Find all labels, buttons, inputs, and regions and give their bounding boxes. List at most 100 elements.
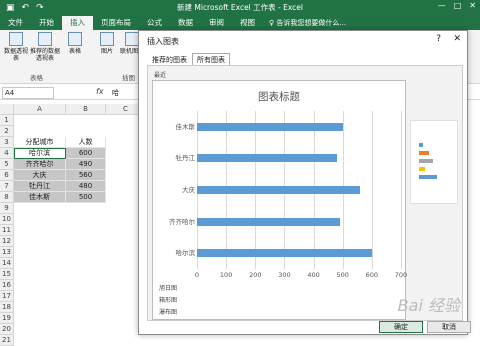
window-controls: — □ ✕ [438,1,476,10]
picture-button[interactable]: 图片 [94,32,120,55]
name-box[interactable]: A4 [2,87,54,99]
row-header[interactable]: 4 [0,148,14,159]
watermark-logo: Bai 经验 [397,296,460,315]
x-tick-label: 200 [249,271,262,279]
x-tick-label: 300 [278,271,291,279]
row-header[interactable]: 12 [0,236,14,247]
cell-b3[interactable]: 人数 [66,137,106,148]
gridline [401,111,402,269]
side-item-boxplot[interactable]: 箱形图 [159,295,177,304]
column-header-a[interactable]: A [14,104,66,115]
cell-a3[interactable]: 分配城市 [14,137,66,148]
tab-home[interactable]: 开始 [31,16,62,30]
category-label: 齐齐哈尔 [169,217,195,226]
bar-2 [197,186,361,194]
cell-count[interactable]: 490 [66,159,106,170]
table-button[interactable]: 表格 [62,32,88,55]
tab-insert[interactable]: 插入 [62,16,93,30]
mini-bar-5 [419,175,437,179]
group-label-tables: 表格 [30,74,43,82]
recommended-pivot-label: 推荐的数据透视表 [30,48,61,62]
category-label: 哈尔滨 [175,249,196,258]
x-tick-label: 600 [365,271,379,279]
fx-icon[interactable]: fx [96,87,104,96]
cancel-button[interactable]: 取消 [427,321,471,333]
row-header[interactable]: 16 [0,280,14,291]
close-button[interactable]: ✕ [469,1,476,10]
cell-count[interactable]: 480 [66,181,106,192]
cell-count[interactable]: 560 [66,170,106,181]
ok-button[interactable]: 确定 [379,321,423,333]
row-header[interactable]: 15 [0,269,14,280]
pivot-table-label: 数据透视表 [3,48,28,62]
bar-1 [197,217,340,226]
cell-count[interactable]: 500 [66,192,106,203]
row-header[interactable]: 6 [0,170,14,181]
row-header[interactable]: 7 [0,181,14,192]
row-header[interactable]: 2 [0,126,14,137]
window-title: 新建 Microsoft Excel 工作表 - Excel [177,3,303,12]
row-header[interactable]: 8 [0,192,14,203]
tab-page-layout[interactable]: 页面布局 [93,16,139,30]
table-icon [68,32,82,46]
bar-4 [197,122,343,131]
category-label: 佳木斯 [175,122,196,131]
row-header[interactable]: 18 [0,302,14,313]
row-header[interactable]: 9 [0,203,14,214]
chart-title: 图表标题 [258,91,300,103]
mini-bar-1 [419,143,423,147]
x-tick-label: 700 [394,271,408,279]
bar-0 [197,249,372,258]
maximize-button[interactable]: □ [454,1,462,10]
row-header[interactable]: 1 [0,115,14,126]
tab-review[interactable]: 审阅 [201,16,232,30]
ribbon-tabs: 文件 开始 插入 页面布局 公式 数据 审阅 视图 ♀ 告诉我您想要做什么... [0,16,480,30]
help-icon[interactable]: ? [436,34,441,44]
side-item-recent[interactable]: 最近 [154,70,166,79]
row-header[interactable]: 3 [0,137,14,148]
category-label: 大庆 [182,186,195,194]
group-label-illustrations: 插图 [122,74,135,82]
cell-city[interactable]: 牡丹江 [14,181,66,192]
tab-data[interactable]: 数据 [170,16,201,30]
row-header[interactable]: 21 [0,335,14,346]
x-tick-label: 400 [307,271,320,279]
picture-icon [100,32,114,46]
mini-bar-3 [419,159,433,163]
column-header-b[interactable]: B [66,104,106,115]
pivot-table-button[interactable]: 数据透视表 [3,32,29,62]
side-item-waterfall[interactable]: 瀑布图 [159,307,177,316]
dialog-close-button[interactable]: ✕ [453,34,461,44]
select-all-corner[interactable] [0,104,14,115]
bar-3 [197,154,337,163]
side-item-sunburst[interactable]: 旭日图 [159,283,177,292]
row-header[interactable]: 20 [0,324,14,335]
cell-city[interactable]: 佳木斯 [14,192,66,203]
cell-city[interactable]: 哈尔滨 [14,148,66,159]
tab-file[interactable]: 文件 [0,16,31,30]
chart-pane: 最近 图表标题 哈尔滨 齐齐哈尔 大庆 牡丹江 佳木斯 0 100 200 300 400 500… [147,65,463,321]
chart-preview[interactable]: 图表标题 哈尔滨 齐齐哈尔 大庆 牡丹江 佳木斯 0 100 200 300 400 500 600… [152,80,407,320]
insert-chart-dialog: 插入图表 ? ✕ 推荐的图表 所有图表 最近 图表标题 哈尔滨 齐齐哈尔 大庆 牡丹江… [138,30,471,335]
row-header[interactable]: 17 [0,291,14,302]
dialog-title: 插入图表 [147,37,179,46]
row-header[interactable]: 11 [0,225,14,236]
minimize-button[interactable]: — [438,1,446,10]
tab-view[interactable]: 视图 [232,16,263,30]
online-picture-icon [125,32,139,46]
row-header[interactable]: 14 [0,258,14,269]
recommended-pivot-button[interactable]: 推荐的数据透视表 [30,32,60,62]
mini-chart-thumbnail[interactable] [410,120,458,204]
x-tick-label: 500 [336,271,349,279]
row-header[interactable]: 19 [0,313,14,324]
tell-me-search[interactable]: ♀ 告诉我您想要做什么... [269,16,346,30]
tab-formulas[interactable]: 公式 [139,16,170,30]
row-header[interactable]: 10 [0,214,14,225]
formula-input[interactable]: 哈 [112,88,119,98]
cell-city[interactable]: 大庆 [14,170,66,181]
cell-count[interactable]: 600 [66,148,106,159]
pivot-table-icon [9,32,23,46]
cell-city[interactable]: 齐齐哈尔 [14,159,66,170]
row-header[interactable]: 5 [0,159,14,170]
row-header[interactable]: 13 [0,247,14,258]
